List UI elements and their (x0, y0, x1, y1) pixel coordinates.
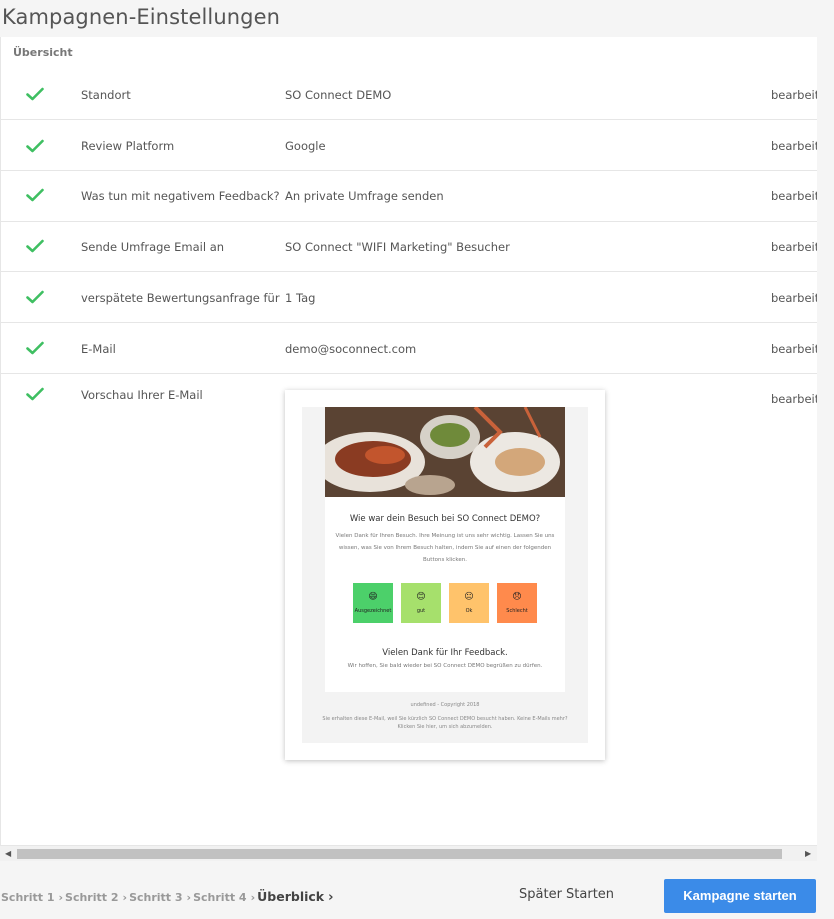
check-icon (26, 188, 44, 202)
edit-link[interactable]: bearbeiten (771, 240, 817, 254)
row-label: verspätete Bewertungsanfrage für (81, 291, 280, 305)
check-icon (26, 341, 44, 355)
feedback-button-good[interactable]: 😊 gut (401, 583, 441, 623)
email-footer-note: Sie erhalten diese E-Mail, weil Sie kürz… (322, 716, 568, 730)
feedback-button-label: Ausgezeichnet (354, 608, 392, 614)
scroll-right-arrow-icon[interactable]: ▶ (805, 849, 811, 858)
email-thanks: Vielen Dank für Ihr Feedback. (382, 648, 508, 658)
edit-link[interactable]: bearbeiten (771, 189, 817, 203)
step-breadcrumb: Schritt 1 › Schritt 2 › Schritt 3 › Schritt 4 ›… (1, 889, 335, 905)
food-photo-illustration (325, 407, 565, 497)
page-title: Kampagnen-Einstellungen (2, 5, 281, 29)
row-label: E-Mail (81, 342, 116, 356)
step-overview[interactable]: Überblick (257, 889, 324, 904)
row-value: SO Connect DEMO (285, 88, 392, 102)
hero-image (325, 407, 565, 497)
settings-row-survey-recipients: Sende Umfrage Email an SO Connect "WIFI … (1, 222, 817, 272)
email-preview: Wie war dein Besuch bei SO Connect DEMO?… (285, 390, 605, 760)
step-4[interactable]: Schritt 4 (193, 891, 246, 904)
edit-link[interactable]: bearbeiten (771, 342, 817, 356)
row-value: An private Umfrage senden (285, 189, 444, 203)
email-thanks-sub: Wir hoffen, Sie bald wieder bei SO Conne… (347, 663, 543, 669)
check-icon (26, 290, 44, 304)
overview-card: Übersicht Standort SO Connect DEMO bearb… (0, 37, 817, 861)
edit-link[interactable]: bearbeiten (771, 291, 817, 305)
check-icon (26, 239, 44, 253)
section-label: Übersicht (13, 46, 73, 59)
email-body: Wie war dein Besuch bei SO Connect DEMO?… (325, 407, 565, 692)
chevron-right-icon: › (122, 891, 128, 904)
edit-link[interactable]: bearbeiten (771, 392, 817, 406)
settings-row-email: E-Mail demo@soconnect.com bearbeiten (1, 323, 817, 374)
step-3[interactable]: Schritt 3 (129, 891, 182, 904)
scrollbar-thumb[interactable] (17, 849, 782, 859)
feedback-button-label: Schlecht (506, 608, 528, 614)
check-icon (26, 139, 44, 153)
feedback-buttons: 😄 Ausgezeichnet 😊 gut 😐 Ok 😞 Schlecht (353, 583, 543, 623)
start-later-button[interactable]: Später Starten (519, 887, 614, 902)
settings-row-location: Standort SO Connect DEMO bearbeiten (1, 68, 817, 120)
row-value: SO Connect "WIFI Marketing" Besucher (285, 240, 510, 254)
feedback-button-ok[interactable]: 😐 Ok (449, 583, 489, 623)
check-icon (26, 387, 44, 401)
row-label: Sende Umfrage Email an (81, 240, 225, 254)
smile-icon: 😊 (416, 592, 426, 602)
feedback-button-label: gut (416, 608, 426, 614)
settings-row-delay: verspätete Bewertungsanfrage für 1 Tag b… (1, 272, 817, 323)
row-label: Standort (81, 88, 131, 102)
step-2[interactable]: Schritt 2 (65, 891, 118, 904)
scroll-left-arrow-icon[interactable]: ◀ (5, 849, 11, 858)
row-value: 1 Tag (285, 291, 316, 305)
feedback-button-label: Ok (465, 608, 473, 614)
email-copyright: undefined - Copyright 2018 (410, 702, 480, 708)
start-campaign-button[interactable]: Kampagne starten (664, 879, 816, 913)
edit-link[interactable]: bearbeiten (771, 139, 817, 153)
neutral-face-icon: 😐 (464, 592, 474, 602)
chevron-right-icon: › (58, 891, 64, 904)
chevron-right-icon: › (186, 891, 192, 904)
edit-link[interactable]: bearbeiten (771, 88, 817, 102)
row-label: Review Platform (81, 139, 175, 153)
chevron-right-icon: › (328, 890, 334, 905)
email-preview-frame: Wie war dein Besuch bei SO Connect DEMO?… (302, 407, 588, 743)
feedback-button-excellent[interactable]: 😄 Ausgezeichnet (353, 583, 393, 623)
horizontal-scrollbar[interactable]: ◀ ▶ (0, 845, 817, 861)
sad-face-icon: 😞 (512, 592, 522, 602)
row-value: Google (285, 139, 326, 153)
row-label: Was tun mit negativem Feedback? (81, 189, 280, 203)
email-intro: Vielen Dank für Ihren Besuch. Ihre Meinu… (335, 533, 555, 563)
settings-row-negative-feedback: Was tun mit negativem Feedback? An priva… (1, 171, 817, 222)
grin-icon: 😄 (368, 592, 378, 602)
row-label: Vorschau Ihrer E-Mail (81, 388, 203, 402)
email-question: Wie war dein Besuch bei SO Connect DEMO? (349, 514, 541, 524)
check-icon (26, 87, 44, 101)
row-value: demo@soconnect.com (285, 342, 417, 356)
settings-row-review-platform: Review Platform Google bearbeiten (1, 120, 817, 171)
feedback-button-bad[interactable]: 😞 Schlecht (497, 583, 537, 623)
chevron-right-icon: › (250, 891, 256, 904)
step-1[interactable]: Schritt 1 (1, 891, 54, 904)
